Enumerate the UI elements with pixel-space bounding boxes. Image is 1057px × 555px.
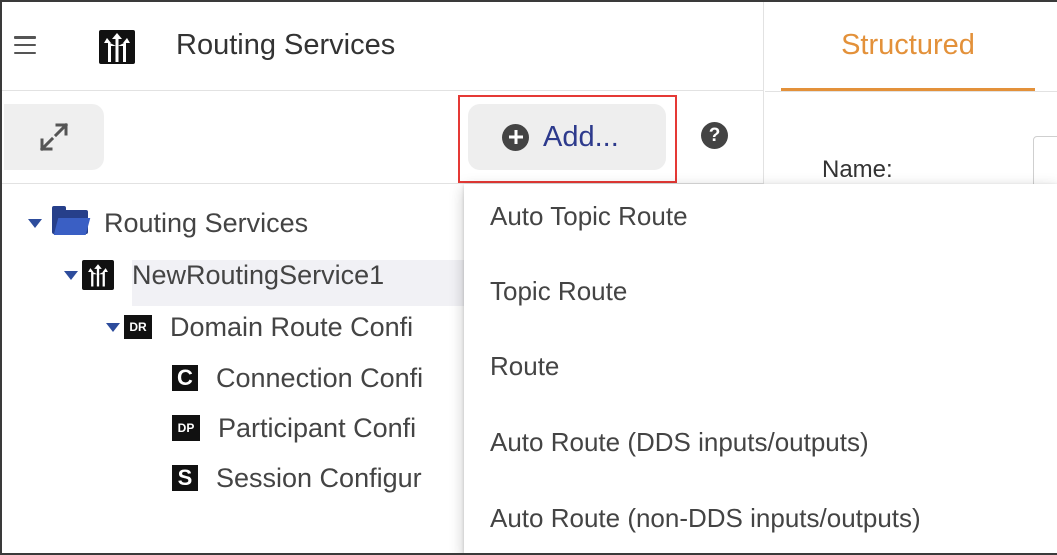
menu-item-auto-route-non-dds[interactable]: Auto Route (non-DDS inputs/outputs) xyxy=(464,482,1057,553)
menu-item-auto-route-dds[interactable]: Auto Route (DDS inputs/outputs) xyxy=(464,406,1057,478)
tree-item-connection[interactable]: C Connection Confi xyxy=(172,354,423,402)
participant-icon: DP xyxy=(172,415,200,441)
tabs-divider xyxy=(765,91,1057,92)
tree-item-new-routing-service[interactable]: NewRoutingService1 xyxy=(64,251,384,299)
tab-structured[interactable]: Structured xyxy=(781,2,1035,91)
hamburger-icon[interactable] xyxy=(14,36,36,54)
tree-item-label: NewRoutingService1 xyxy=(132,259,385,290)
folder-open-icon xyxy=(52,206,91,236)
tree-item-label: Session Configur xyxy=(216,462,422,493)
add-dropdown-menu: Auto Topic Route Topic Route Route Auto … xyxy=(464,184,1057,553)
domain-route-icon: DR xyxy=(124,315,152,339)
app-window: Routing Services Add... ? Routing Servic… xyxy=(0,0,1057,555)
add-button[interactable]: Add... xyxy=(468,104,666,170)
menu-item-topic-route[interactable]: Topic Route xyxy=(464,255,1057,327)
connection-icon: C xyxy=(172,365,198,391)
toolbar: Add... ? xyxy=(2,92,764,184)
header-bar: Routing Services xyxy=(2,2,764,91)
tree-item-label: Routing Services xyxy=(104,207,309,238)
tree-item-label: Participant Confi xyxy=(218,412,417,443)
expand-arrows-icon xyxy=(39,122,69,152)
chevron-down-icon[interactable] xyxy=(64,270,78,280)
tree-item-routing-services[interactable]: Routing Services xyxy=(28,199,308,247)
tree-item-participant[interactable]: DP Participant Confi xyxy=(172,404,416,452)
routing-service-icon xyxy=(82,260,114,290)
app-title: Routing Services xyxy=(176,29,396,61)
tree-item-label: Domain Route Confi xyxy=(170,311,414,342)
menu-item-auto-topic-route[interactable]: Auto Topic Route xyxy=(464,180,1057,252)
tree-item-domain-route[interactable]: DR Domain Route Confi xyxy=(106,303,413,351)
add-button-label: Add... xyxy=(543,120,619,153)
chevron-down-icon[interactable] xyxy=(28,218,42,228)
tree-item-label: Connection Confi xyxy=(216,362,424,393)
session-icon: S xyxy=(172,465,198,491)
plus-circle-icon xyxy=(502,123,529,151)
chevron-down-icon[interactable] xyxy=(106,322,120,332)
menu-item-route[interactable]: Route xyxy=(464,330,1057,402)
help-icon[interactable]: ? xyxy=(701,122,728,149)
expand-button[interactable] xyxy=(4,104,104,170)
routing-service-logo-icon xyxy=(99,30,135,64)
tree-item-session[interactable]: S Session Configur xyxy=(172,454,422,502)
